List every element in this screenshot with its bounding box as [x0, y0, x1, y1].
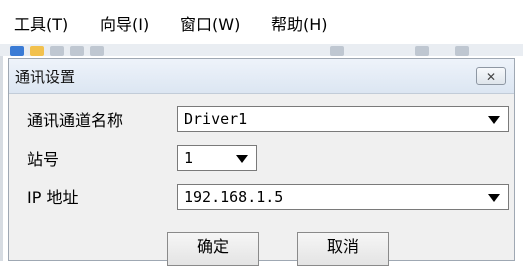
chevron-down-icon[interactable]: [236, 155, 248, 163]
communication-settings-dialog: 通讯设置 ✕ 通讯通道名称 Driver1 站号 1 IP 地址 192.168…: [8, 58, 515, 266]
toolbar-icon[interactable]: [415, 46, 429, 56]
close-button[interactable]: ✕: [476, 67, 506, 85]
window-edge: [0, 56, 3, 261]
station-number-value: 1: [184, 149, 194, 167]
toolbar-icon[interactable]: [90, 46, 104, 56]
dialog-title: 通讯设置: [15, 68, 76, 86]
close-icon: ✕: [485, 70, 497, 84]
channel-name-label: 通讯通道名称: [27, 111, 124, 130]
toolbar-icon[interactable]: [455, 46, 469, 56]
ip-address-select[interactable]: 192.168.1.5: [177, 184, 509, 210]
ip-address-label: IP 地址: [27, 188, 79, 207]
toolbar-icon[interactable]: [30, 46, 44, 56]
chevron-down-icon[interactable]: [488, 194, 500, 202]
menu-help[interactable]: 帮助(H): [271, 14, 328, 36]
menu-window[interactable]: 窗口(W): [180, 14, 240, 36]
menu-tools[interactable]: 工具(T): [14, 14, 68, 36]
channel-name-select[interactable]: Driver1: [177, 106, 509, 132]
dialog-title-bar[interactable]: 通讯设置 ✕: [9, 59, 514, 94]
station-number-select[interactable]: 1: [177, 145, 257, 171]
menu-wizard[interactable]: 向导(I): [100, 14, 149, 36]
chevron-down-icon[interactable]: [488, 116, 500, 124]
toolbar-icon[interactable]: [330, 46, 344, 56]
menu-bar: 工具(T) 向导(I) 窗口(W) 帮助(H): [0, 0, 523, 44]
channel-name-value: Driver1: [184, 110, 248, 128]
toolbar-strip: [0, 44, 523, 56]
toolbar-icon[interactable]: [10, 46, 24, 56]
station-number-label: 站号: [27, 150, 60, 169]
ip-address-value: 192.168.1.5: [184, 188, 284, 206]
toolbar-icon[interactable]: [50, 46, 64, 56]
toolbar-icon[interactable]: [70, 46, 84, 56]
